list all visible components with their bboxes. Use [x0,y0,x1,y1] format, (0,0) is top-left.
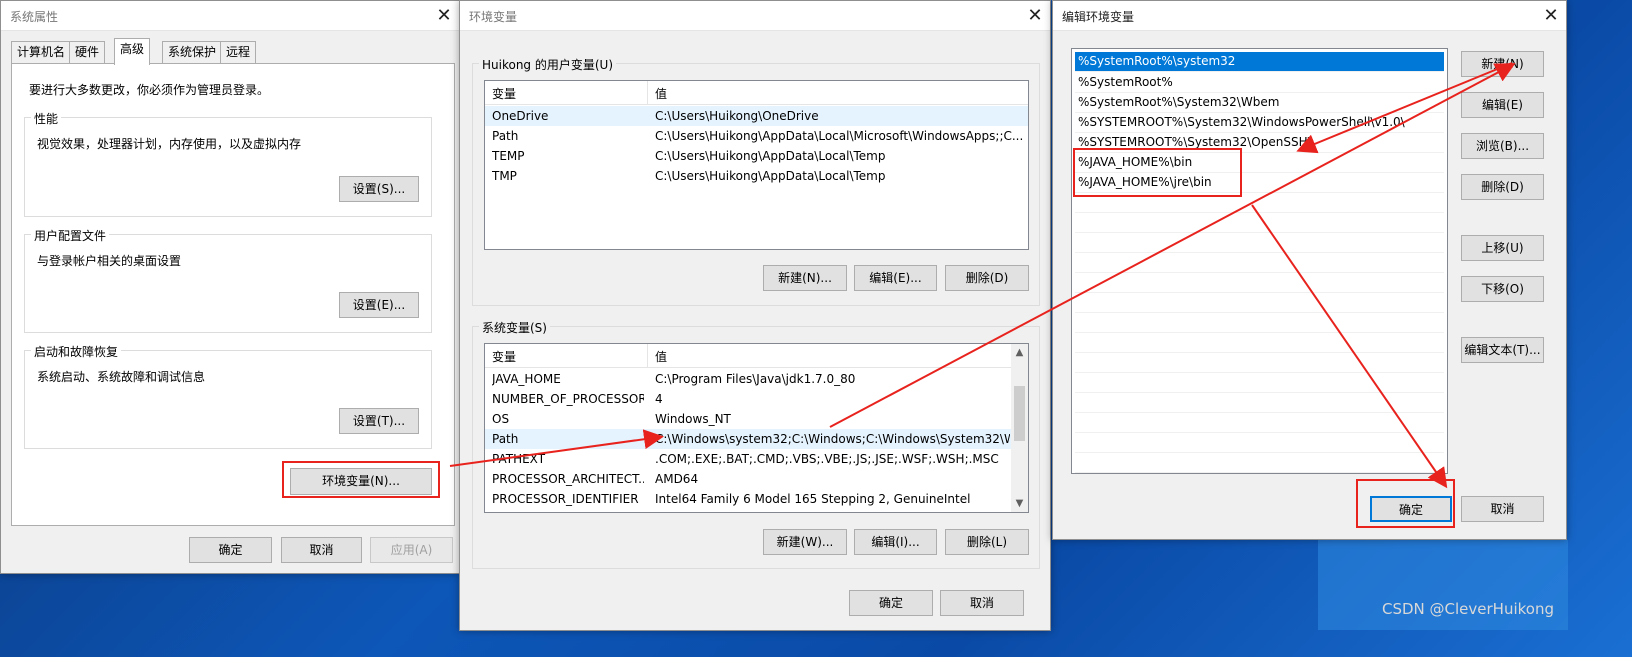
close-icon[interactable]: ✕ [1536,1,1566,31]
system-edit-button[interactable]: 编辑(I)... [854,529,937,555]
table-row[interactable]: TEMP C:\Users\Huikong\AppData\Local\Temp [485,146,1028,166]
scroll-down-icon[interactable]: ▼ [1011,495,1028,512]
table-row[interactable]: JAVA_HOME C:\Program Files\Java\jdk1.7.0… [485,369,1028,389]
edit-environment-variable-window: 编辑环境变量 ✕ %SystemRoot%\system32 %SystemRo… [1052,0,1567,540]
empty-list-row [1075,233,1444,253]
list-item[interactable]: %SystemRoot% [1075,73,1444,93]
system-variables-label: 系统变量(S) [479,319,550,336]
startup-recovery-label: 启动和故障恢复 [31,343,122,360]
list-header: 变量 值 [485,81,1028,105]
empty-list-row [1075,313,1444,333]
user-delete-button[interactable]: 删除(D) [945,265,1029,291]
move-down-button[interactable]: 下移(O) [1461,276,1544,302]
empty-list-row [1075,413,1444,433]
empty-list-row [1075,293,1444,313]
tab-hardware[interactable]: 硬件 [69,41,106,63]
vertical-scrollbar[interactable]: ▲ ▼ [1011,344,1028,512]
performance-label: 性能 [31,110,62,127]
tab-system-protection[interactable]: 系统保护 [162,41,223,63]
table-row[interactable]: Path C:\Users\Huikong\AppData\Local\Micr… [485,126,1028,146]
empty-list-row [1075,273,1444,293]
table-row[interactable]: Path C:\Windows\system32;C:\Windows;C:\W… [485,429,1011,449]
tab-computer-name[interactable]: 计算机名 [11,41,72,63]
watermark: CSDN @CleverHuikong [1382,600,1554,618]
user-profile-settings-button[interactable]: 设置(E)... [339,292,419,318]
cancel-button[interactable]: 取消 [940,590,1024,616]
annotation-highlight-ok-button [1356,479,1455,528]
admin-note: 要进行大多数更改，你必须作为管理员登录。 [29,83,270,97]
empty-list-row [1075,453,1444,473]
cancel-button[interactable]: 取消 [281,537,362,563]
list-header: 变量 值 [485,344,1028,368]
apply-button[interactable]: 应用(A) [370,537,453,563]
ok-button[interactable]: 确定 [189,537,272,563]
performance-description: 视觉效果，处理器计划，内存使用，以及虚拟内存 [37,137,302,151]
title-bar: 环境变量 ✕ [460,1,1050,31]
advanced-tab-panel: 要进行大多数更改，你必须作为管理员登录。 性能 视觉效果，处理器计划，内存使用，… [11,63,455,526]
table-row[interactable]: OS Windows_NT [485,409,1028,429]
close-icon[interactable]: ✕ [1020,1,1050,31]
edit-button[interactable]: 编辑(E) [1461,92,1544,118]
browse-button[interactable]: 浏览(B)... [1461,133,1544,159]
scroll-up-icon[interactable]: ▲ [1011,344,1028,361]
column-value[interactable]: 值 [655,348,667,365]
annotation-highlight-java-entries [1073,148,1242,197]
startup-recovery-settings-button[interactable]: 设置(T)... [339,408,419,434]
table-row[interactable]: PROCESSOR_ARCHITECT... AMD64 [485,469,1028,489]
empty-list-row [1075,213,1444,233]
move-up-button[interactable]: 上移(U) [1461,235,1544,261]
system-properties-window: 系统属性 ✕ 计算机名 硬件 高级 系统保护 远程 要进行大多数更改，你必须作为… [0,0,460,574]
table-row[interactable]: TMP C:\Users\Huikong\AppData\Local\Temp [485,166,1028,186]
user-new-button[interactable]: 新建(N)... [763,265,847,291]
empty-list-row [1075,253,1444,273]
startup-recovery-description: 系统启动、系统故障和调试信息 [37,370,206,384]
empty-list-row [1075,393,1444,413]
tab-remote[interactable]: 远程 [220,41,257,63]
system-variables-list[interactable]: 变量 值 JAVA_HOME C:\Program Files\Java\jdk… [484,343,1029,513]
column-value[interactable]: 值 [655,85,667,102]
system-new-button[interactable]: 新建(W)... [763,529,847,555]
user-profile-description: 与登录帐户相关的桌面设置 [37,254,182,268]
user-profile-label: 用户配置文件 [31,227,110,244]
table-row[interactable]: OneDrive C:\Users\Huikong\OneDrive [485,106,1028,126]
new-button[interactable]: 新建(N) [1461,51,1544,77]
performance-group: 性能 视觉效果，处理器计划，内存使用，以及虚拟内存 设置(S)... [24,110,432,217]
tab-advanced[interactable]: 高级 [114,38,151,65]
system-delete-button[interactable]: 删除(L) [945,529,1029,555]
table-row[interactable]: PROCESSOR_IDENTIFIER Intel64 Family 6 Mo… [485,489,1028,509]
list-item[interactable]: %SystemRoot%\System32\Wbem [1075,93,1444,113]
delete-button[interactable]: 删除(D) [1461,174,1544,200]
path-entries-list[interactable]: %SystemRoot%\system32 %SystemRoot% %Syst… [1071,48,1448,474]
list-item[interactable]: %SystemRoot%\system32 [1075,52,1444,72]
table-row[interactable]: PATHEXT .COM;.EXE;.BAT;.CMD;.VBS;.VBE;.J… [485,449,1028,469]
ok-button[interactable]: 确定 [849,590,933,616]
scrollbar-thumb[interactable] [1014,386,1025,441]
window-title: 系统属性 [10,10,59,24]
empty-list-row [1075,353,1444,373]
empty-list-row [1075,373,1444,393]
close-icon[interactable]: ✕ [429,1,459,31]
empty-list-row [1075,333,1444,353]
user-edit-button[interactable]: 编辑(E)... [854,265,937,291]
startup-recovery-group: 启动和故障恢复 系统启动、系统故障和调试信息 设置(T)... [24,343,432,449]
table-row[interactable]: NUMBER_OF_PROCESSORS 4 [485,389,1028,409]
column-variable[interactable]: 变量 [492,85,516,102]
column-variable[interactable]: 变量 [492,348,516,365]
user-variables-list[interactable]: 变量 值 OneDrive C:\Users\Huikong\OneDrive … [484,80,1029,250]
title-bar: 编辑环境变量 ✕ [1053,1,1566,31]
list-item[interactable]: %SYSTEMROOT%\System32\WindowsPowerShell\… [1075,113,1444,133]
cancel-button[interactable]: 取消 [1461,496,1544,522]
annotation-highlight-env-button [282,461,440,498]
performance-settings-button[interactable]: 设置(S)... [339,176,419,202]
user-variables-label: Huikong 的用户变量(U) [479,56,617,73]
environment-variables-window: 环境变量 ✕ Huikong 的用户变量(U) 变量 值 OneDrive C:… [459,0,1051,631]
window-title: 环境变量 [469,10,518,24]
empty-list-row [1075,433,1444,453]
window-title: 编辑环境变量 [1062,10,1135,24]
title-bar: 系统属性 ✕ [1,1,459,31]
user-profile-group: 用户配置文件 与登录帐户相关的桌面设置 设置(E)... [24,227,432,333]
edit-text-button[interactable]: 编辑文本(T)... [1461,337,1544,363]
